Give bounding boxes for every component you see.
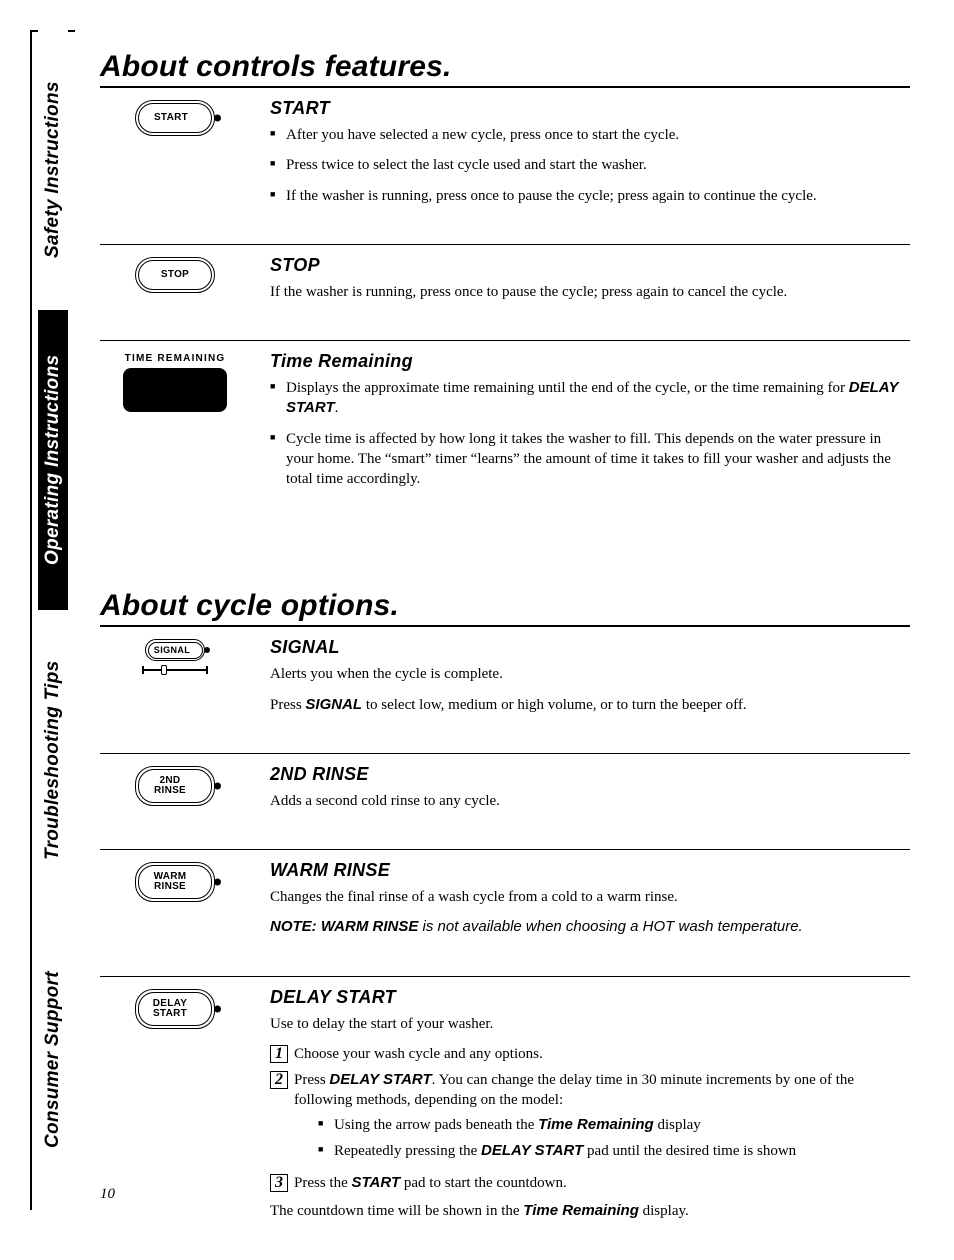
step-2: Press DELAY START. You can change the de… [294,1070,910,1167]
step-number-icon: 2 [270,1071,288,1089]
signal-button-label: SIGNAL [154,645,190,655]
stop-button-label: STOP [161,270,189,280]
tab-troubleshooting: Troubleshooting Tips [38,610,68,910]
time-title: Time Remaining [270,351,910,372]
step-2-bullet: Repeatedly pressing the DELAY START pad … [318,1141,910,1161]
step-number-icon: 3 [270,1174,288,1192]
warm-rinse-text: Changes the final rinse of a wash cycle … [270,887,910,907]
warm-rinse-label-2: RINSE [154,882,186,892]
delay-steps: 1 Choose your wash cycle and any options… [270,1044,910,1194]
tab-consumer: Consumer Support [38,910,68,1210]
tab-safety: Safety Instructions [38,30,68,310]
divider [100,244,910,245]
start-button-label: START [154,113,188,123]
second-rinse-text: Adds a second cold rinse to any cycle. [270,791,910,811]
start-bullet: If the washer is running, press once to … [270,186,910,206]
heading-controls: About controls features. [100,50,910,88]
signal-button-icon: SIGNAL [139,639,211,676]
signal-title: SIGNAL [270,637,910,658]
second-rinse-button-icon: 2ND RINSE [135,766,215,806]
start-bullet: After you have selected a new cycle, pre… [270,125,910,145]
signal-text: Alerts you when the cycle is complete. [270,664,910,684]
warm-rinse-button-icon: WARM RINSE [135,862,215,902]
delay-tail: The countdown time will be shown in the … [270,1201,910,1221]
step-2-bullet: Using the arrow pads beneath the Time Re… [318,1115,910,1135]
warm-rinse-note: NOTE: WARM RINSE is not available when c… [270,917,910,937]
delay-text: Use to delay the start of your washer. [270,1014,910,1034]
display-icon [123,368,227,412]
warm-rinse-title: WARM RINSE [270,860,910,881]
delay-start-label-1: DELAY [153,999,187,1009]
divider [100,753,910,754]
divider [100,976,910,977]
start-button-icon: START [135,100,215,136]
signal-slider-icon [139,664,211,676]
divider [100,340,910,341]
start-bullet: Press twice to select the last cycle use… [270,155,910,175]
delay-start-button-icon: DELAY START [135,989,215,1029]
side-tabs: Safety Instructions Operating Instructio… [38,30,68,1210]
page-number: 10 [100,1186,115,1203]
time-bullet: Displays the approximate time remaining … [270,378,910,419]
tab-operating: Operating Instructions [38,310,68,610]
second-rinse-label-2: RINSE [154,786,186,796]
start-title: START [270,98,910,119]
stop-button-icon: STOP [135,257,215,293]
divider [100,849,910,850]
step-1: Choose your wash cycle and any options. [294,1044,910,1064]
step-number-icon: 1 [270,1045,288,1063]
heading-cycle: About cycle options. [100,589,910,627]
delay-start-title: DELAY START [270,987,910,1008]
signal-text: Press SIGNAL to select low, medium or hi… [270,695,910,715]
stop-title: STOP [270,255,910,276]
stop-text: If the washer is running, press once to … [270,282,910,302]
time-remaining-label: TIME REMAINING [100,353,250,364]
time-bullet: Cycle time is affected by how long it ta… [270,429,910,490]
delay-start-label-2: START [153,1009,187,1019]
second-rinse-title: 2ND RINSE [270,764,910,785]
time-remaining-icon: TIME REMAINING [100,353,250,412]
step-3: Press the START pad to start the countdo… [294,1173,910,1193]
